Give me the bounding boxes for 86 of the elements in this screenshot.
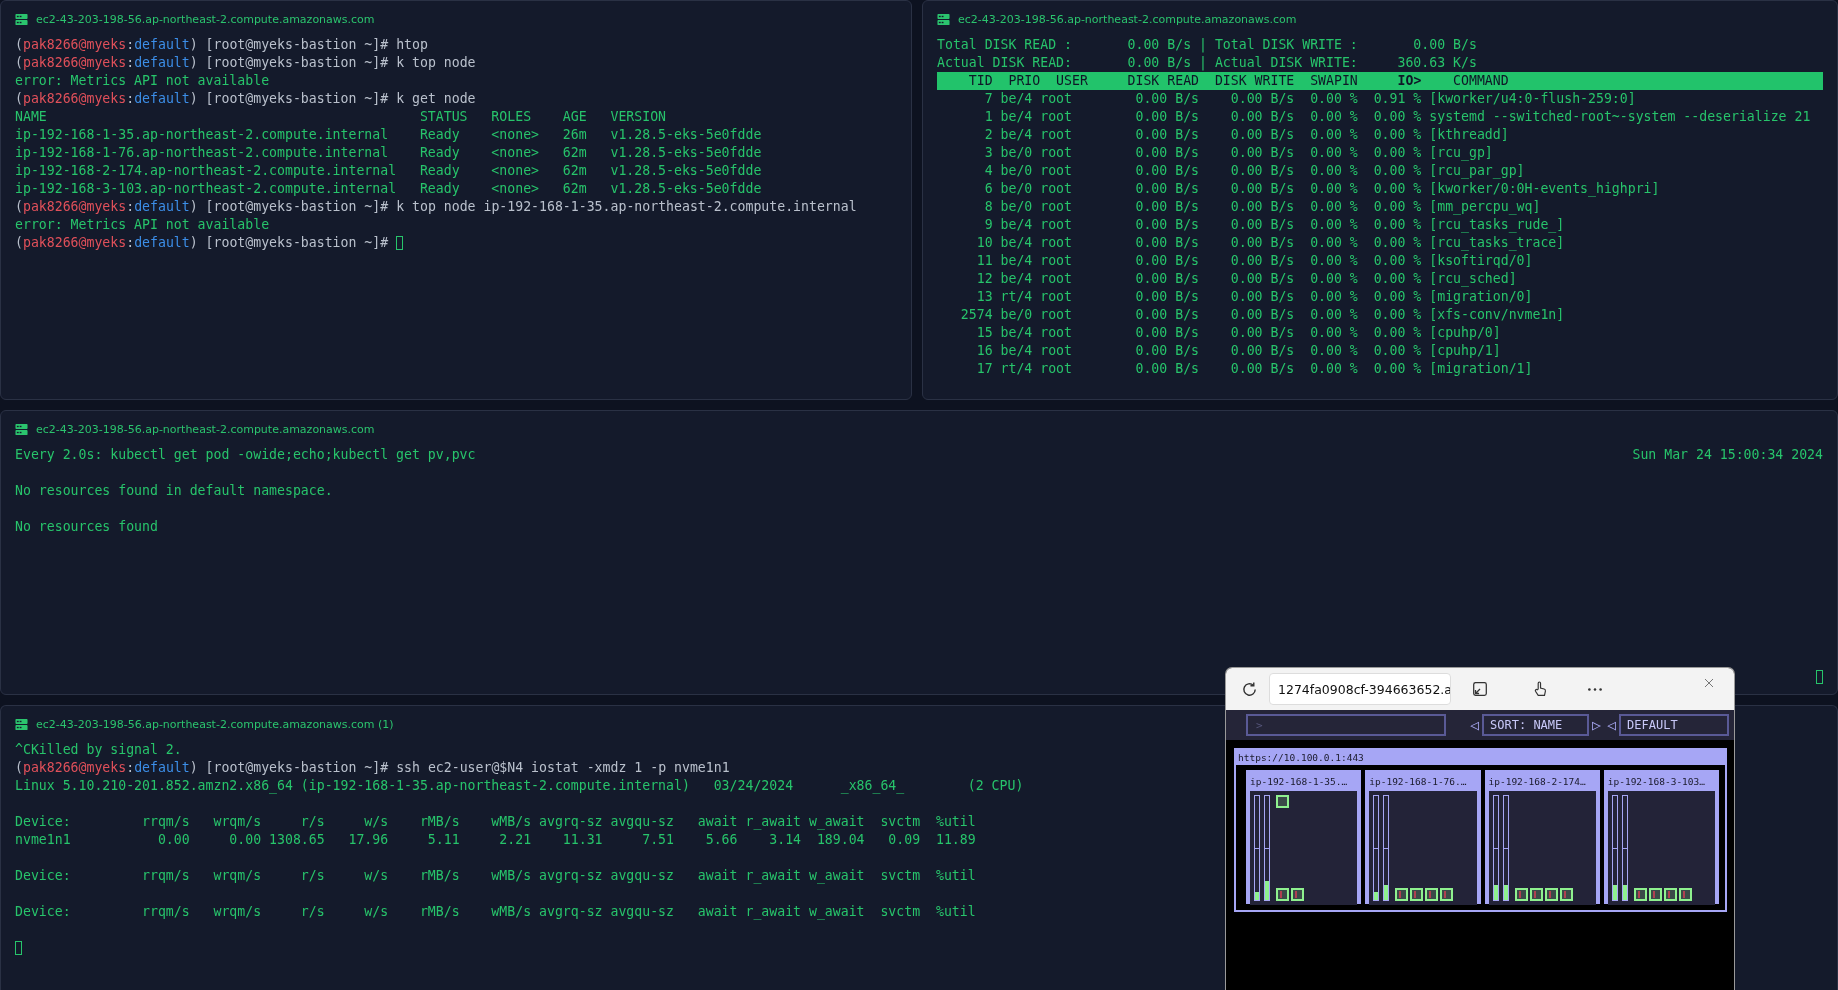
node-name: ip-192-168-3-103… <box>1606 775 1706 789</box>
cursor-icon <box>1816 670 1823 684</box>
output-line: Device: rrqm/s wrqm/s r/s w/s rMB/s wMB/s avgrq-sz avgqu-sz await r_await w_await svctm %util <box>15 813 976 831</box>
cluster-url: https://10.100.0.1:443 <box>1236 750 1725 765</box>
pod-icon[interactable] <box>1395 888 1409 901</box>
prompt-line: (pak8266@myeks:default) [root@myeks-bastion ~]# <box>15 234 389 252</box>
prompt-line: (pak8266@myeks:default) [root@myeks-bastion ~]# k top node <box>15 54 476 72</box>
output-line: 1 be/4 root 0.00 B/s 0.00 B/s 0.00 % 0.00 % systemd --switched-root~-system --deserialize 21 <box>983 108 1811 126</box>
cursor-icon <box>15 941 22 955</box>
pod-icon[interactable] <box>1678 888 1692 901</box>
output-line: 10 be/4 root 0.00 B/s 0.00 B/s 0.00 % 0.00 % [rcu_tasks_trace] <box>975 234 1565 252</box>
pod-icon[interactable] <box>1514 888 1528 901</box>
output-line: ip-192-168-3-103.ap-northeast-2.compute.internal Ready <none> 62m v1.28.5-eks-5e0fdde <box>15 180 762 198</box>
more-icon[interactable] <box>1587 686 1603 692</box>
pod-icon[interactable] <box>1559 888 1573 901</box>
node-card[interactable]: ip-192-168-1-76.… <box>1365 770 1481 904</box>
pod-icon[interactable] <box>1633 888 1647 901</box>
server-icon <box>15 423 28 436</box>
output-line: Device: rrqm/s wrqm/s r/s w/s rMB/s wMB/s avgrq-sz avgqu-sz await r_await w_await svctm %util <box>15 903 976 921</box>
output-line: NAME STATUS ROLES AGE VERSION <box>15 108 667 126</box>
output-line: Linux 5.10.210-201.852.amzn2.x86_64 (ip-192-168-1-35.ap-northeast-2.compute.internal) 03/24/2024 _x86_64_ (2 CPU) <box>15 777 1024 795</box>
prompt-line: (pak8266@myeks:default) [root@myeks-bastion ~]# ssh ec2-user@$N4 iostat -xmdz 1 -p nvme1n1 <box>15 759 730 777</box>
timestamp: Sun Mar 24 15:00:34 2024 <box>1632 446 1823 464</box>
previous-arrow[interactable]: ◁ <box>1607 716 1617 734</box>
output-line: nvme1n1 0.00 0.00 1308.65 17.96 5.11 2.21 11.31 7.51 5.66 3.14 189.04 0.09 11.89 <box>15 831 976 849</box>
output-line: 9 be/4 root 0.00 B/s 0.00 B/s 0.00 % 0.00 % [rcu_tasks_rude_] <box>983 216 1565 234</box>
server-icon <box>15 718 28 731</box>
close-icon[interactable] <box>1704 678 1714 688</box>
pod-icon[interactable] <box>1291 888 1304 901</box>
output-line: 17 rt/4 root 0.00 B/s 0.00 B/s 0.00 % 0.00 % [migration/1] <box>975 360 1533 378</box>
output-line: 11 be/4 root 0.00 B/s 0.00 B/s 0.00 % 0.00 % [ksoftirqd/0] <box>975 252 1533 270</box>
output-line: error: Metrics API not available <box>15 216 270 234</box>
pod-icon[interactable] <box>1663 888 1677 901</box>
output-line: error: Metrics API not available <box>15 72 270 90</box>
address-field[interactable]: 1274fa0908cf-394663652.a <box>1269 673 1451 705</box>
output-line: 3 be/0 root 0.00 B/s 0.00 B/s 0.00 % 0.00 % [rcu_gp] <box>983 144 1493 162</box>
node-card[interactable]: ip-192-168-3-103… <box>1603 770 1719 904</box>
server-icon <box>937 13 950 26</box>
node-name: ip-192-168-1-35.… <box>1249 775 1349 789</box>
pod-icon[interactable] <box>1425 888 1439 901</box>
output-line: 2 be/4 root 0.00 B/s 0.00 B/s 0.00 % 0.00 % [kthreadd] <box>983 126 1509 144</box>
output-line: 4 be/0 root 0.00 B/s 0.00 B/s 0.00 % 0.00 % [rcu_par_gp] <box>983 162 1525 180</box>
output-line: 13 rt/4 root 0.00 B/s 0.00 B/s 0.00 % 0.00 % [migration/0] <box>975 288 1533 306</box>
view-selector[interactable]: DEFAULT <box>1619 714 1730 736</box>
output-line: ip-192-168-1-35.ap-northeast-2.compute.internal Ready <none> 26m v1.28.5-eks-5e0fdde <box>15 126 762 144</box>
reload-icon[interactable] <box>1240 679 1259 699</box>
output-line: ip-192-168-2-174.ap-northeast-2.compute.internal Ready <none> 62m v1.28.5-eks-5e0fdde <box>15 162 762 180</box>
expand-icon[interactable] <box>1471 680 1489 698</box>
output-line: ^CKilled by signal 2. <box>15 741 182 759</box>
pod-icon[interactable] <box>1529 888 1543 901</box>
node-card[interactable]: ip-192-168-1-35.… <box>1246 770 1362 904</box>
pod-icon[interactable] <box>1276 795 1289 808</box>
watch-command: Every 2.0s: kubectl get pod -owide;echo;kubectl get pv,pvc <box>15 446 476 464</box>
output-line: 8 be/0 root 0.00 B/s 0.00 B/s 0.00 % 0.00 % [mm_percpu_wq] <box>983 198 1541 216</box>
pod-icon[interactable] <box>1544 888 1558 901</box>
output-line: No resources found in default namespace. <box>15 482 333 500</box>
pod-icon[interactable] <box>1440 888 1454 901</box>
output-line: 15 be/4 root 0.00 B/s 0.00 B/s 0.00 % 0.00 % [cpuhp/0] <box>975 324 1501 342</box>
next-arrow[interactable]: ▷ <box>1592 716 1602 734</box>
pod-icon[interactable] <box>1648 888 1662 901</box>
pane-title[interactable]: ec2-43-203-198-56.ap-northeast-2.compute.amazonaws.com <box>958 13 1297 26</box>
prompt-line: (pak8266@myeks:default) [root@myeks-bastion ~]# k get node <box>15 90 476 108</box>
column-header-bar: TID PRIO USER DISK READ DISK WRITE SWAPIN IO> COMMAND <box>937 72 1823 90</box>
node-name: ip-192-168-1-76.… <box>1368 775 1468 789</box>
node-card[interactable]: ip-192-168-2-174… <box>1484 770 1600 904</box>
pane-title[interactable]: ec2-43-203-198-56.ap-northeast-2.compute.amazonaws.com <box>36 13 375 26</box>
sort-selector[interactable]: SORT: NAME <box>1482 714 1590 736</box>
pod-icon[interactable] <box>1410 888 1424 901</box>
pane-title[interactable]: ec2-43-203-198-56.ap-northeast-2.compute.amazonaws.com <box>36 423 375 436</box>
output-line: 6 be/0 root 0.00 B/s 0.00 B/s 0.00 % 0.00 % [kworker/0:0H-events_highpri] <box>983 180 1660 198</box>
pod-icon[interactable] <box>1276 888 1289 901</box>
output-line: 16 be/4 root 0.00 B/s 0.00 B/s 0.00 % 0.00 % [cpuhp/1] <box>975 342 1501 360</box>
prompt-line: (pak8266@myeks:default) [root@myeks-bastion ~]# k top node ip-192-168-1-35.ap-northeast-2.compute.internal <box>15 198 857 216</box>
output-line: 7 be/4 root 0.00 B/s 0.00 B/s 0.00 % 0.91 % [kworker/u4:0-flush-259:0] <box>983 90 1636 108</box>
output-line: Actual DISK READ: 0.00 B/s | Actual DISK WRITE: 360.63 K/s <box>937 54 1477 72</box>
output-line: 12 be/4 root 0.00 B/s 0.00 B/s 0.00 % 0.00 % [rcu_sched] <box>975 270 1517 288</box>
prompt-line: (pak8266@myeks:default) [root@myeks-bastion ~]# htop <box>15 36 428 54</box>
node-name: ip-192-168-2-174… <box>1487 775 1587 789</box>
output-line: 2574 be/0 root 0.00 B/s 0.00 B/s 0.00 % 0.00 % [xfs-conv/nvme1n] <box>959 306 1565 324</box>
previous-arrow[interactable]: ◁ <box>1470 716 1480 734</box>
pane-title[interactable]: ec2-43-203-198-56.ap-northeast-2.compute.amazonaws.com (1) <box>36 718 394 731</box>
output-line: No resources found <box>15 518 158 536</box>
output-line: Total DISK READ : 0.00 B/s | Total DISK WRITE : 0.00 B/s <box>937 36 1477 54</box>
output-line: Device: rrqm/s wrqm/s r/s w/s rMB/s wMB/s avgrq-sz avgqu-sz await r_await w_await svctm %util <box>15 867 976 885</box>
server-icon <box>15 13 28 26</box>
output-line: ip-192-168-1-76.ap-northeast-2.compute.internal Ready <none> 62m v1.28.5-eks-5e0fdde <box>15 144 762 162</box>
